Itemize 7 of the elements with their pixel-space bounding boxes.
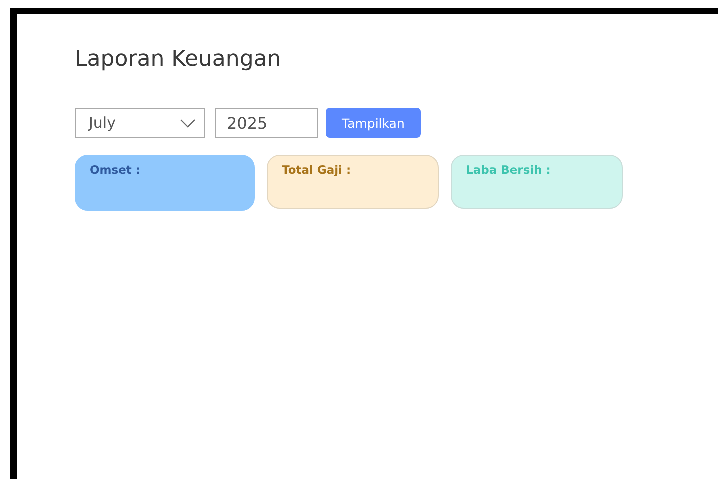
year-input[interactable]: 2025 — [215, 108, 318, 138]
page-title: Laporan Keuangan — [75, 47, 282, 72]
month-dropdown[interactable]: July — [75, 108, 205, 138]
summary-card: Total Gaji : — [267, 155, 439, 209]
summary-card: Omset : — [75, 155, 255, 211]
summary-card: Laba Bersih : — [451, 155, 623, 209]
chevron-down-icon — [180, 118, 196, 128]
